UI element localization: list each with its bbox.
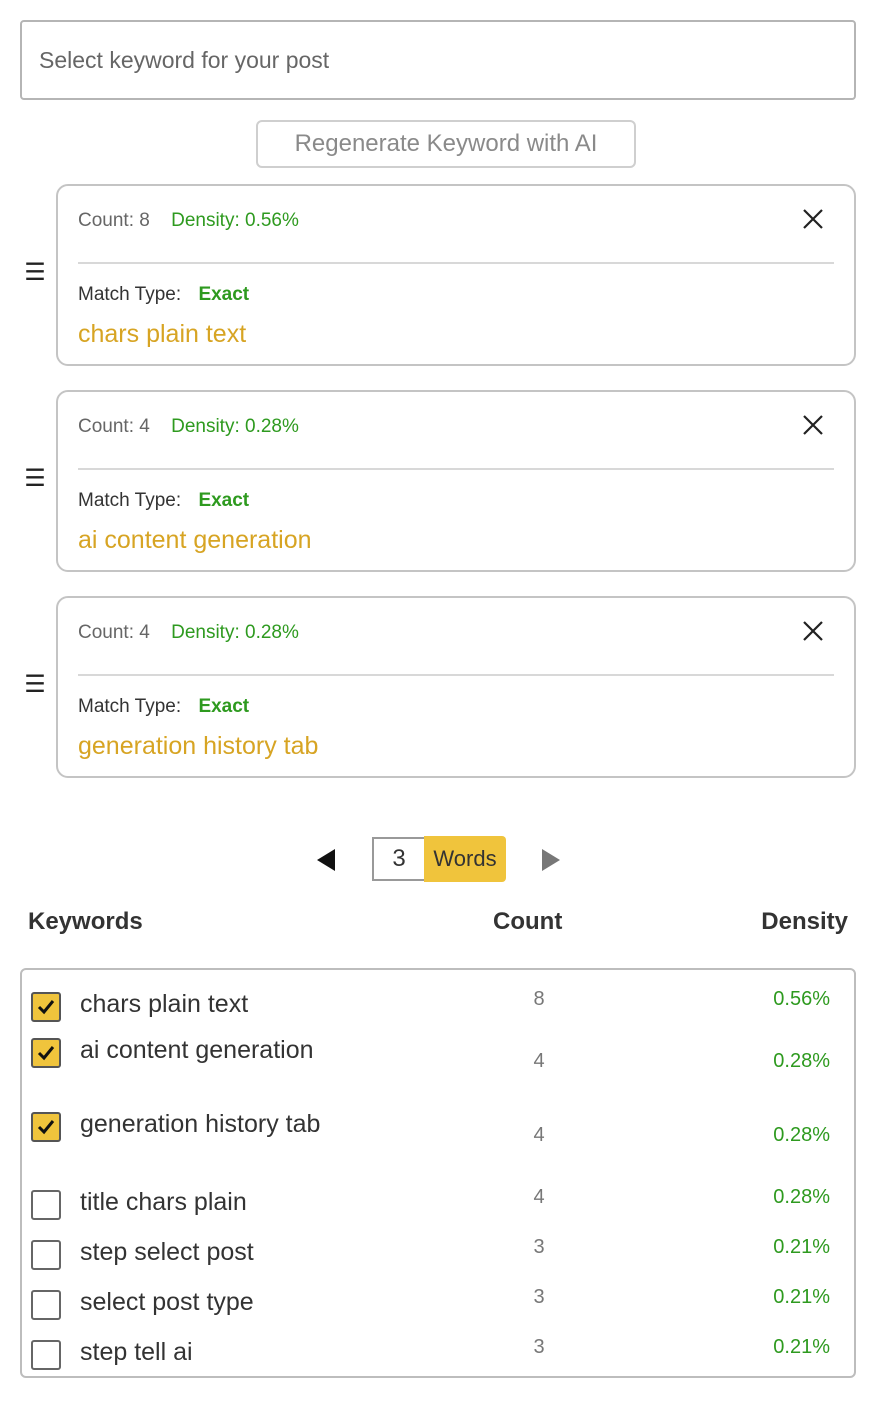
keyword-table-header: Keywords Count Density: [0, 908, 876, 940]
match-type-value: Exact: [198, 284, 250, 305]
close-icon: [803, 209, 823, 229]
next-button[interactable]: [540, 848, 562, 872]
keyword-card-body: Count: 8 Density: 0.56% Match Type: Exac…: [56, 184, 856, 366]
word-count-input[interactable]: [372, 837, 424, 881]
keyword-phrase: chars plain text: [78, 320, 247, 348]
keyword-stats: Count: 4 Density: 0.28%: [78, 622, 299, 644]
keyword-checkbox[interactable]: [31, 1340, 61, 1370]
keyword-phrase: generation history tab: [78, 732, 319, 760]
keyword-checkbox[interactable]: [31, 1038, 61, 1068]
row-density: 0.21%: [773, 1286, 830, 1308]
keyword-checkbox[interactable]: [31, 1290, 61, 1320]
keyword-stats: Count: 8 Density: 0.56%: [78, 210, 299, 232]
keyword-density: Density: 0.56%: [171, 210, 299, 231]
match-type-row: Match Type: Exact: [78, 284, 249, 306]
keyword-density: Density: 0.28%: [171, 622, 299, 643]
keyword-search-input[interactable]: [20, 20, 856, 100]
drag-handle-icon[interactable]: ☰: [24, 466, 46, 492]
match-type-row: Match Type: Exact: [78, 696, 249, 718]
keyword-checkbox[interactable]: [31, 1190, 61, 1220]
match-type-label: Match Type:: [78, 490, 182, 511]
keyword-phrase: ai content generation: [78, 526, 312, 554]
keyword-count: Count: 4: [78, 416, 150, 437]
word-count-pager: Words: [0, 836, 876, 882]
row-keyword: step select post: [80, 1238, 254, 1266]
row-density: 0.21%: [773, 1236, 830, 1258]
close-icon: [803, 621, 823, 641]
row-count: 3: [533, 1286, 545, 1308]
keyword-stats: Count: 4 Density: 0.28%: [78, 416, 299, 438]
regenerate-keyword-button[interactable]: Regenerate Keyword with AI: [256, 120, 636, 168]
row-keyword: title chars plain: [80, 1188, 247, 1216]
row-density: 0.28%: [773, 1050, 830, 1072]
column-header-density: Density: [761, 908, 848, 935]
match-type-value: Exact: [198, 490, 250, 511]
card-divider: [78, 262, 834, 264]
remove-keyword-button[interactable]: [798, 616, 828, 646]
keyword-card: ☰ Count: 4 Density: 0.28% Match Type: Ex…: [20, 596, 856, 778]
row-density: 0.28%: [773, 1186, 830, 1208]
row-keyword: ai content generation: [80, 1036, 314, 1064]
keyword-card: ☰ Count: 4 Density: 0.28% Match Type: Ex…: [20, 390, 856, 572]
match-type-label: Match Type:: [78, 696, 182, 717]
checkmark-icon: [37, 1120, 55, 1135]
match-type-label: Match Type:: [78, 284, 182, 305]
keyword-count: Count: 8: [78, 210, 150, 231]
words-unit-badge: Words: [424, 836, 506, 882]
row-keyword: select post type: [80, 1288, 254, 1316]
keyword-checkbox[interactable]: [31, 1112, 61, 1142]
keyword-count: Count: 4: [78, 622, 150, 643]
checkmark-icon: [37, 1000, 55, 1015]
row-keyword: chars plain text: [80, 990, 249, 1018]
column-header-keywords: Keywords: [28, 908, 143, 935]
triangle-left-icon: [317, 849, 335, 871]
row-density: 0.56%: [773, 988, 830, 1010]
card-divider: [78, 674, 834, 676]
keyword-card-body: Count: 4 Density: 0.28% Match Type: Exac…: [56, 390, 856, 572]
row-keyword: step tell ai: [80, 1338, 193, 1366]
drag-handle-icon[interactable]: ☰: [24, 260, 46, 286]
triangle-right-icon: [542, 849, 560, 871]
match-type-value: Exact: [198, 696, 250, 717]
close-icon: [803, 415, 823, 435]
row-keyword: generation history tab: [80, 1110, 321, 1138]
column-header-count: Count: [493, 908, 563, 935]
keyword-card: ☰ Count: 8 Density: 0.56% Match Type: Ex…: [20, 184, 856, 366]
keyword-density: Density: 0.28%: [171, 416, 299, 437]
drag-handle-icon[interactable]: ☰: [24, 672, 46, 698]
row-count: 3: [533, 1336, 545, 1358]
row-density: 0.28%: [773, 1124, 830, 1146]
keyword-checkbox[interactable]: [31, 1240, 61, 1270]
remove-keyword-button[interactable]: [798, 204, 828, 234]
row-count: 3: [533, 1236, 545, 1258]
row-count: 4: [533, 1050, 545, 1072]
row-density: 0.21%: [773, 1336, 830, 1358]
row-count: 8: [533, 988, 545, 1010]
keyword-table: chars plain text 8 0.56% ai content gene…: [20, 968, 856, 1378]
checkmark-icon: [37, 1046, 55, 1061]
remove-keyword-button[interactable]: [798, 410, 828, 440]
match-type-row: Match Type: Exact: [78, 490, 249, 512]
keyword-card-body: Count: 4 Density: 0.28% Match Type: Exac…: [56, 596, 856, 778]
previous-button[interactable]: [315, 848, 337, 872]
row-count: 4: [533, 1124, 545, 1146]
row-count: 4: [533, 1186, 545, 1208]
card-divider: [78, 468, 834, 470]
keyword-checkbox[interactable]: [31, 992, 61, 1022]
